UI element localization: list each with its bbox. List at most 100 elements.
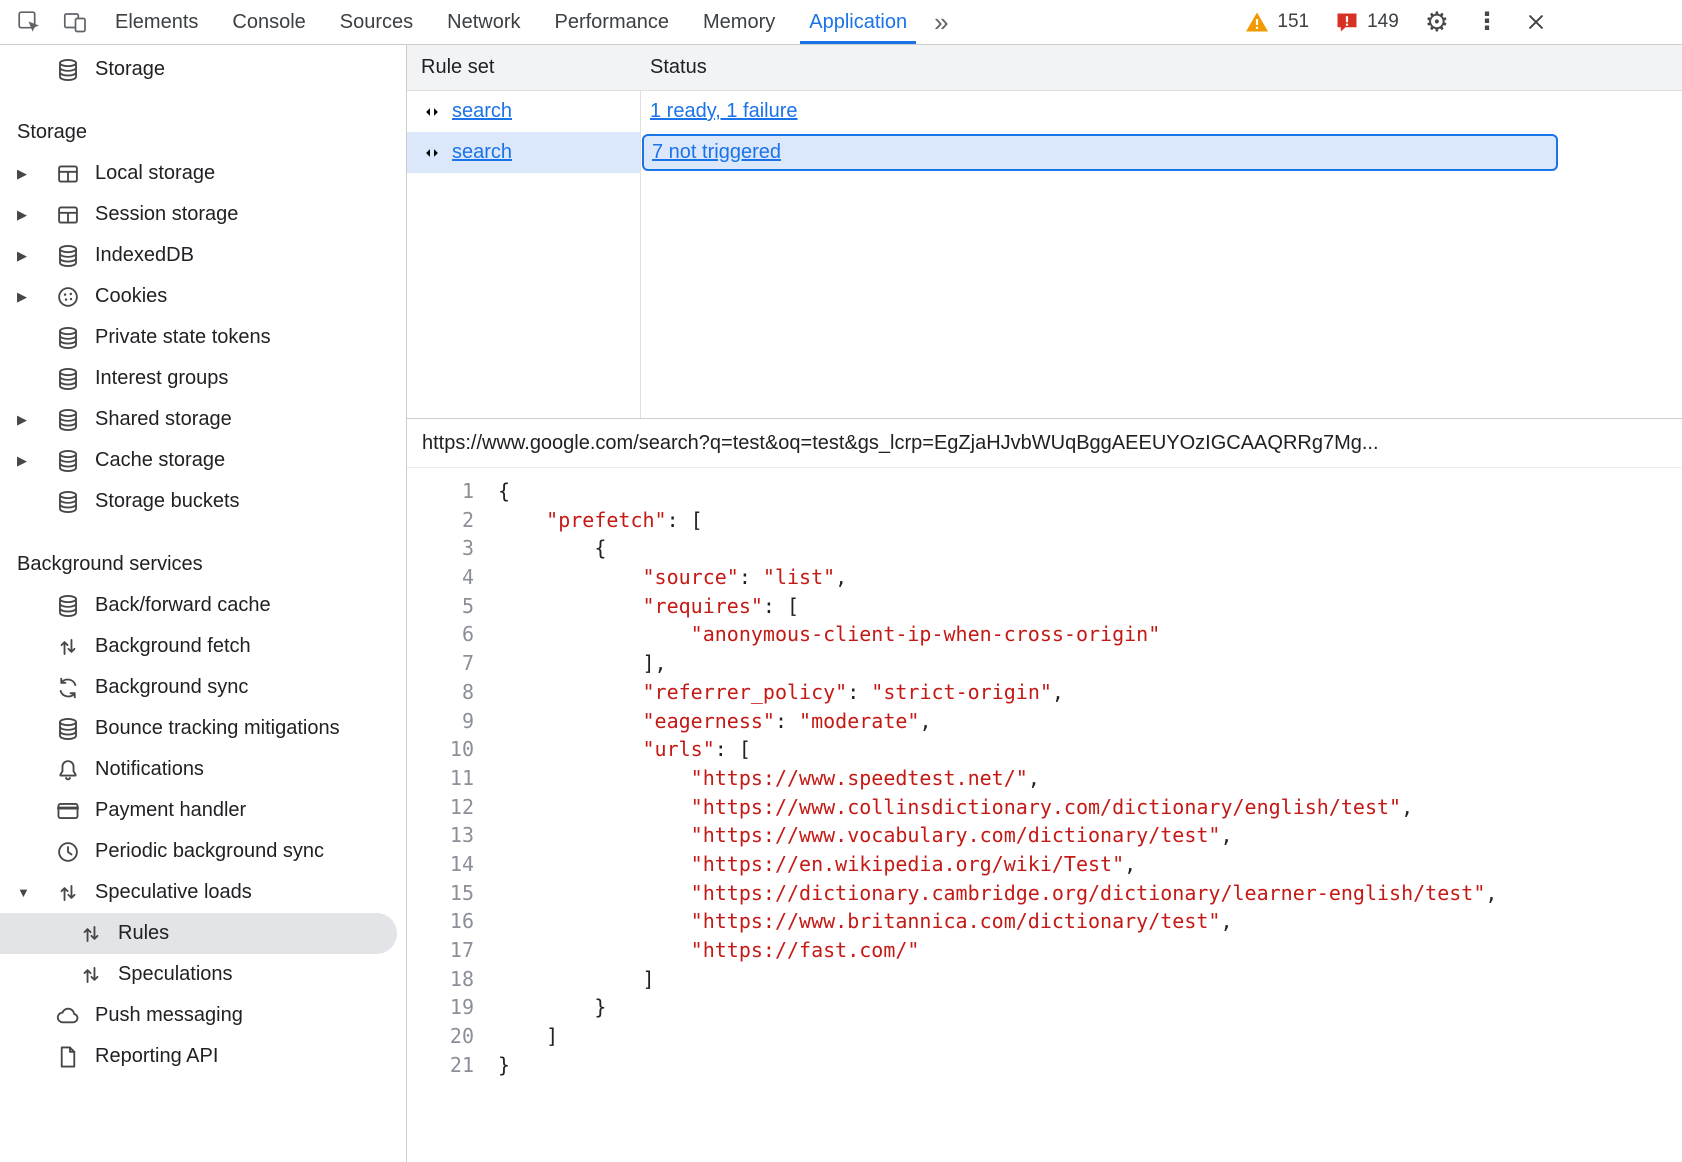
sidebar-item-storage-buckets[interactable]: Storage buckets [0, 481, 406, 522]
settings-gear-icon[interactable]: ⚙ [1425, 9, 1449, 36]
tab-console[interactable]: Console [215, 0, 322, 44]
tab-elements[interactable]: Elements [98, 0, 215, 44]
rule-set-row[interactable]: search 7 not triggered [407, 132, 1682, 173]
sidebar-item-cache-storage[interactable]: ▶Cache storage [0, 440, 406, 481]
tab-memory[interactable]: Memory [686, 0, 792, 44]
code-line: 15 "https://dictionary.cambridge.org/dic… [407, 879, 1682, 908]
sidebar-item-periodic-background-sync[interactable]: Periodic background sync [0, 831, 406, 872]
code-text: "eagerness": "moderate", [482, 707, 932, 736]
line-number: 15 [407, 879, 482, 908]
code-line: 10 "urls": [ [407, 735, 1682, 764]
expander-collapsed-icon[interactable]: ▶ [17, 453, 55, 469]
code-text: "anonymous-client-ip-when-cross-origin" [482, 620, 1160, 649]
code-line: 16 "https://www.britannica.com/dictionar… [407, 907, 1682, 936]
rule-sets-table: Rule set Status search 1 ready, 1 failure… [407, 45, 1682, 419]
more-tabs-button[interactable]: » [924, 0, 958, 44]
code-text: "source": "list", [482, 563, 847, 592]
ruleset-icon [421, 142, 443, 164]
sidebar-item-push-messaging[interactable]: Push messaging [0, 995, 406, 1036]
line-number: 12 [407, 793, 482, 822]
sidebar-item-interest-groups[interactable]: Interest groups [0, 358, 406, 399]
line-number: 18 [407, 965, 482, 994]
devtools-window: ElementsConsoleSourcesNetworkPerformance… [0, 0, 1682, 1162]
close-icon[interactable] [1525, 11, 1547, 33]
sidebar-item-notifications[interactable]: Notifications [0, 749, 406, 790]
sidebar-item-speculative-loads[interactable]: ▼Speculative loads [0, 872, 406, 913]
database-icon [55, 57, 81, 83]
sidebar-section-background-services: Background services [0, 544, 406, 585]
code-line: 9 "eagerness": "moderate", [407, 707, 1682, 736]
code-text: "referrer_policy": "strict-origin", [482, 678, 1064, 707]
database-icon [55, 448, 81, 474]
kebab-menu-icon[interactable]: ⋮ [1475, 10, 1499, 34]
expander-collapsed-icon[interactable]: ▶ [17, 289, 55, 305]
tab-sources[interactable]: Sources [323, 0, 430, 44]
rule-set-link[interactable]: search [452, 141, 512, 164]
code-line: 8 "referrer_policy": "strict-origin", [407, 678, 1682, 707]
line-number: 4 [407, 563, 482, 592]
sidebar-item-cookies[interactable]: ▶ Cookies [0, 276, 406, 317]
sidebar-item-session-storage[interactable]: ▶Session storage [0, 194, 406, 235]
line-number: 11 [407, 764, 482, 793]
line-number: 20 [407, 1022, 482, 1051]
database-icon [55, 325, 81, 351]
rule-set-link[interactable]: search [452, 100, 512, 123]
sidebar-item-local-storage[interactable]: ▶ Local storage [0, 153, 406, 194]
sidebar-item-background-sync[interactable]: Background sync [0, 667, 406, 708]
sidebar-item-label: Speculations [118, 963, 233, 986]
sync-icon [55, 675, 81, 701]
status-link[interactable]: 1 ready, 1 failure [650, 100, 798, 123]
speculative-loads-panel: Rule set Status search 1 ready, 1 failure… [407, 45, 1682, 1162]
tab-application[interactable]: Application [792, 0, 924, 44]
expander-collapsed-icon[interactable]: ▶ [17, 248, 55, 264]
warnings-badge[interactable]: 151 [1245, 10, 1309, 34]
status-cell-focused[interactable]: 7 not triggered [642, 134, 1558, 171]
database-icon [55, 407, 81, 433]
sidebar-item-rules[interactable]: Rules [0, 913, 397, 954]
expander-expanded-icon[interactable]: ▼ [17, 885, 55, 900]
sidebar-item-back-forward-cache[interactable]: Back/forward cache [0, 585, 406, 626]
code-line: 12 "https://www.collinsdictionary.com/di… [407, 793, 1682, 822]
sidebar-item-background-fetch[interactable]: Background fetch [0, 626, 406, 667]
expander-collapsed-icon[interactable]: ▶ [17, 412, 55, 428]
sidebar-item-bounce-tracking-mitigations[interactable]: Bounce tracking mitigations [0, 708, 406, 749]
rule-set-row[interactable]: search 1 ready, 1 failure [407, 91, 1682, 132]
sidebar-item-label: Interest groups [95, 367, 228, 390]
rule-set-cell: search [407, 132, 640, 173]
status-link[interactable]: 7 not triggered [652, 141, 781, 164]
code-text: ], [482, 649, 667, 678]
code-text: "https://www.speedtest.net/", [482, 764, 1040, 793]
database-icon [55, 593, 81, 619]
sidebar-item-label: Background fetch [95, 635, 251, 658]
devtools-toolbar: ElementsConsoleSourcesNetworkPerformance… [0, 0, 1682, 45]
code-text: "https://www.britannica.com/dictionary/t… [482, 907, 1233, 936]
sidebar-item-label: Cookies [95, 285, 167, 308]
tab-network[interactable]: Network [430, 0, 537, 44]
code-line: 14 "https://en.wikipedia.org/wiki/Test", [407, 850, 1682, 879]
expander-collapsed-icon[interactable]: ▶ [17, 207, 55, 223]
device-toolbar-icon[interactable] [62, 9, 88, 35]
sidebar-item-storage[interactable]: Storage [0, 49, 406, 90]
sidebar-item-label: Periodic background sync [95, 840, 324, 863]
column-header-rule-set: Rule set [407, 56, 640, 79]
tab-performance[interactable]: Performance [538, 0, 687, 44]
error-count: 149 [1367, 11, 1399, 33]
status-cell-box[interactable]: 1 ready, 1 failure [640, 100, 798, 123]
error-icon [1335, 10, 1359, 34]
sidebar-item-label: Local storage [95, 162, 215, 185]
sidebar-list: StorageStorage▶Local storage▶Session sto… [0, 49, 406, 1077]
sidebar-item-shared-storage[interactable]: ▶Shared storage [0, 399, 406, 440]
sidebar-item-indexeddb[interactable]: ▶IndexedDB [0, 235, 406, 276]
sidebar-item-reporting-api[interactable]: Reporting API [0, 1036, 406, 1077]
code-text: { [482, 477, 510, 506]
errors-badge[interactable]: 149 [1335, 10, 1399, 34]
updown-icon [78, 962, 104, 988]
inspect-element-icon[interactable] [16, 9, 42, 35]
expander-collapsed-icon[interactable]: ▶ [17, 166, 55, 182]
sidebar-item-speculations[interactable]: Speculations [0, 954, 406, 995]
sidebar-item-payment-handler[interactable]: Payment handler [0, 790, 406, 831]
sidebar-item-label: Push messaging [95, 1004, 243, 1027]
sidebar-item-private-state-tokens[interactable]: Private state tokens [0, 317, 406, 358]
line-number: 10 [407, 735, 482, 764]
table-header-row: Rule set Status [407, 45, 1682, 91]
